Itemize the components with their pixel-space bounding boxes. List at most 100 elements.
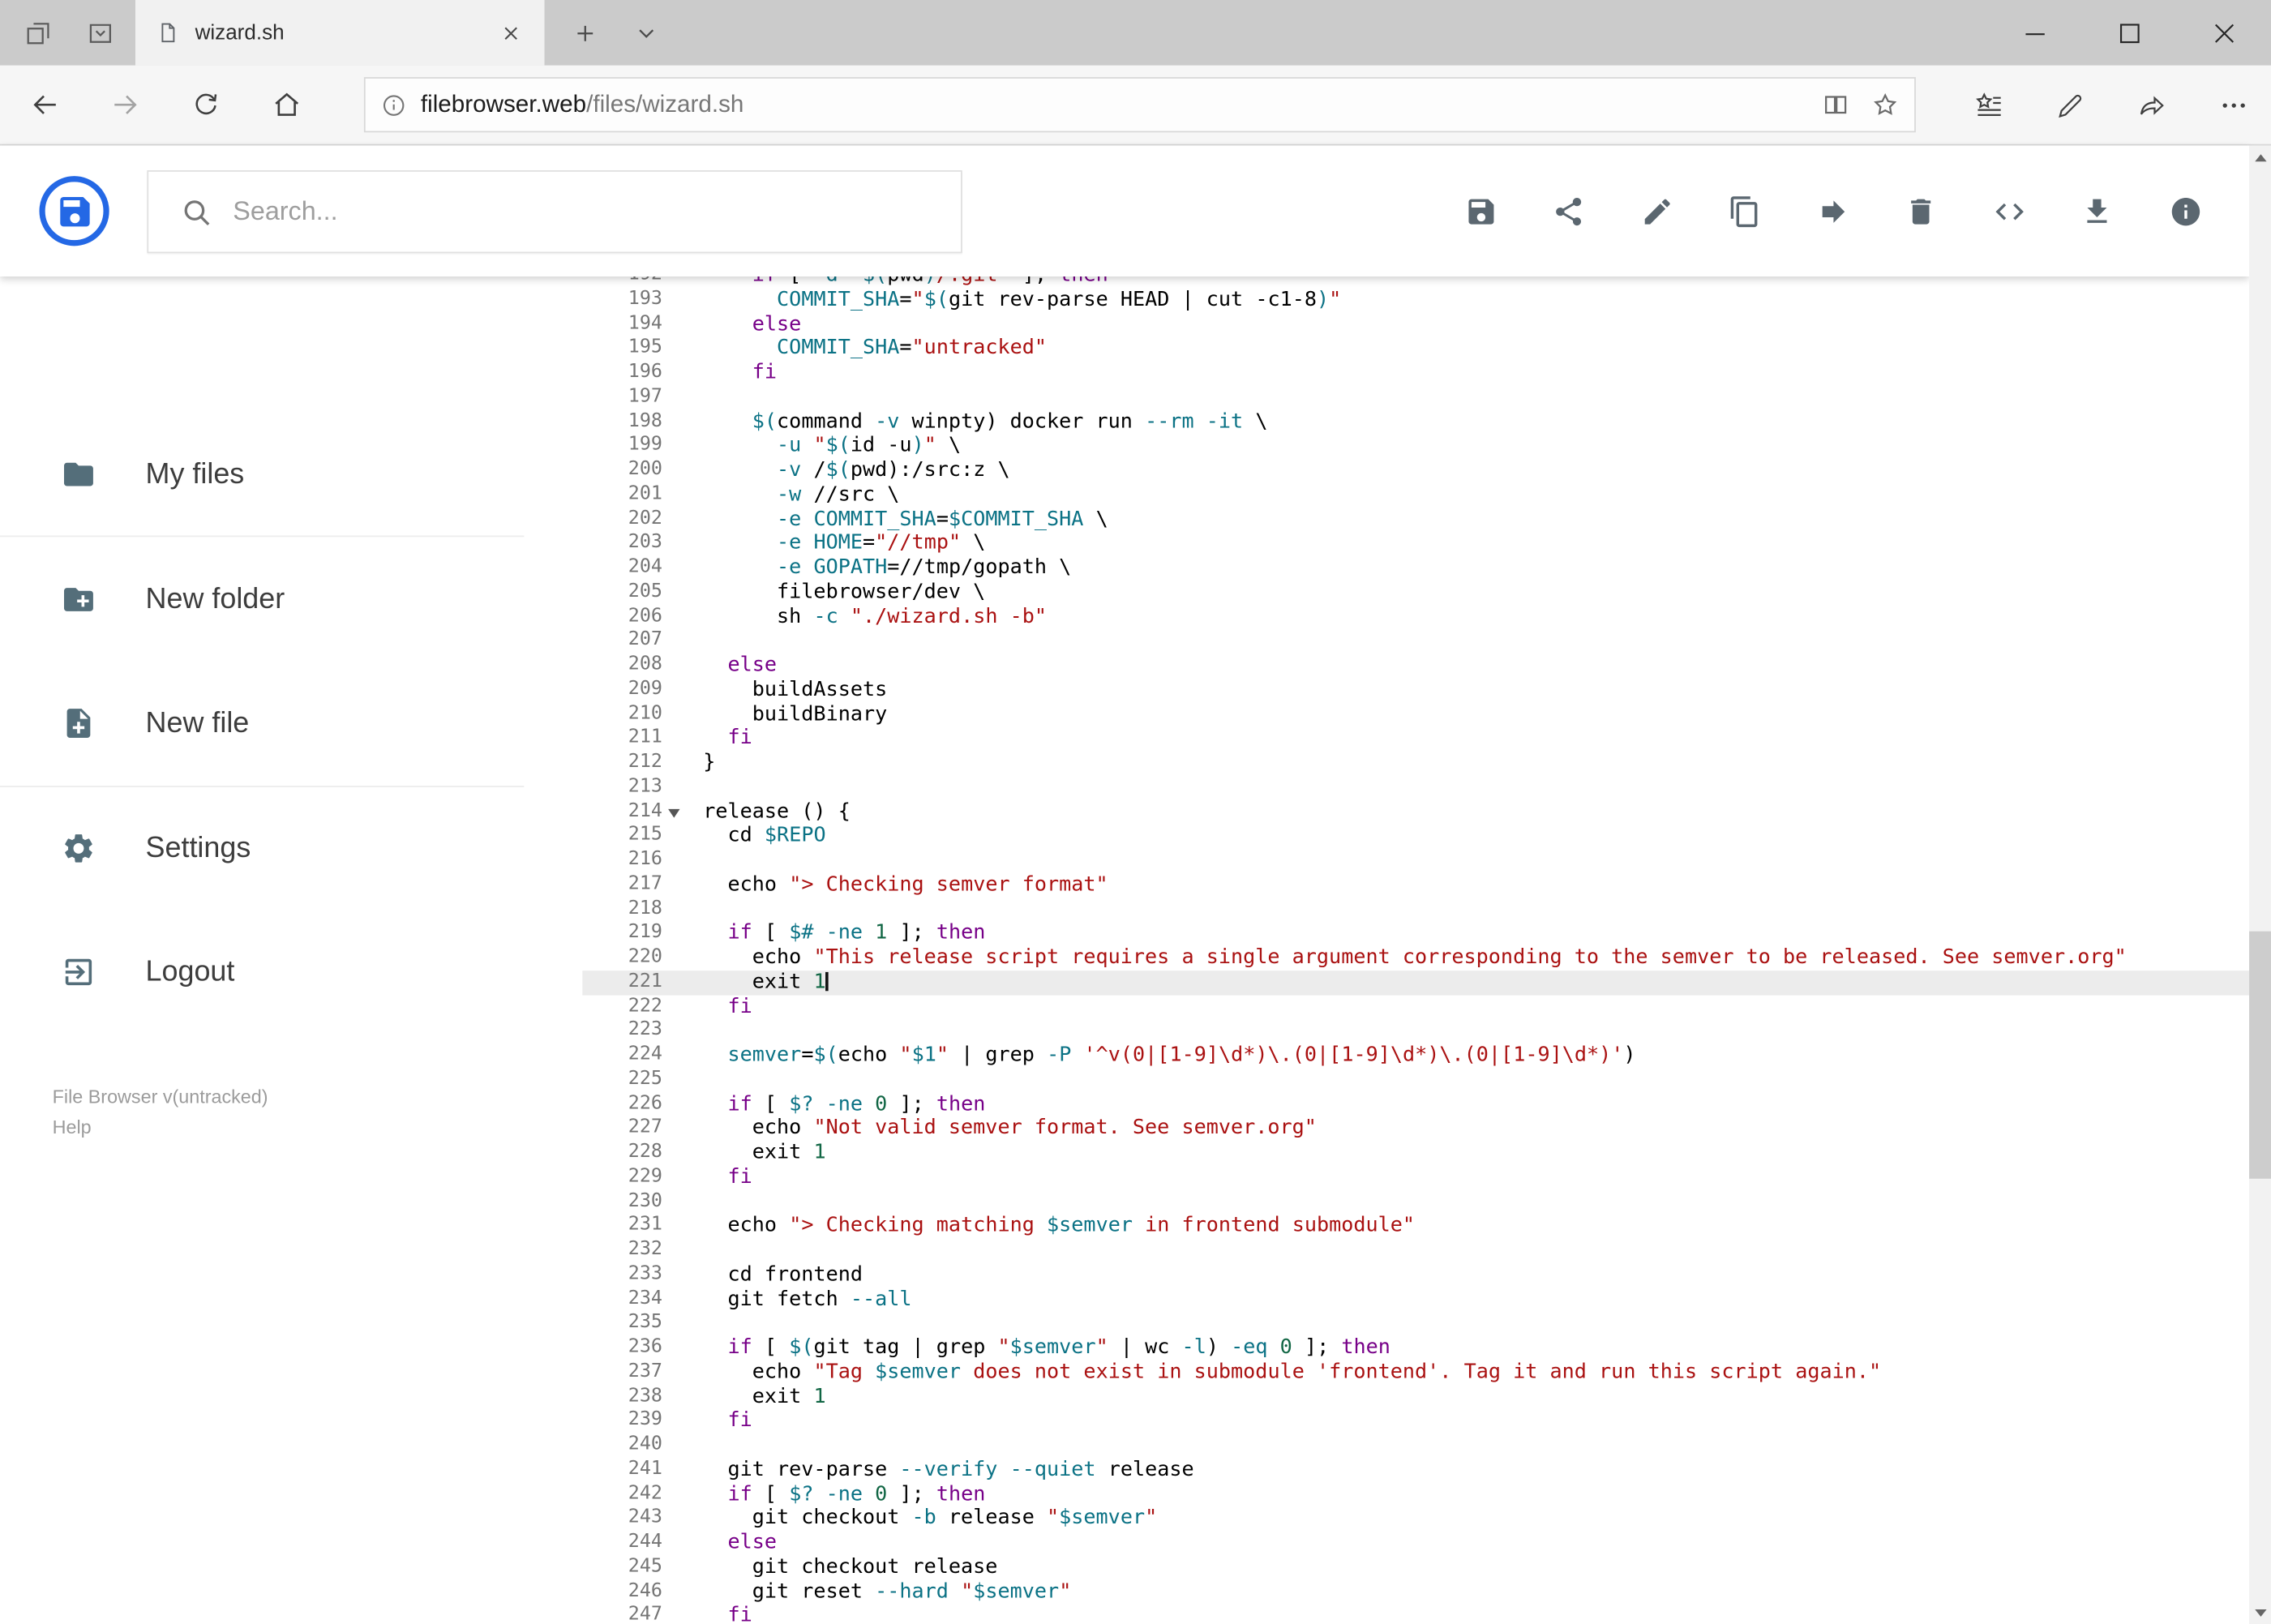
code-line[interactable]: 222 fi <box>582 995 2249 1019</box>
delete-button[interactable] <box>1892 182 1950 240</box>
url-field[interactable]: filebrowser.web/files/wizard.sh <box>363 77 1916 133</box>
code-line[interactable]: 241 git rev-parse --verify --quiet relea… <box>582 1458 2249 1482</box>
code-line[interactable]: 199 -u "$(id -u)" \ <box>582 434 2249 458</box>
code-line[interactable]: 226 if [ $? -ne 0 ]; then <box>582 1092 2249 1116</box>
fold-arrow-icon[interactable] <box>668 808 680 817</box>
code-line[interactable]: 211 fi <box>582 726 2249 751</box>
code-line[interactable]: 242 if [ $? -ne 0 ]; then <box>582 1482 2249 1506</box>
code-line[interactable]: 238 exit 1 <box>582 1385 2249 1409</box>
code-line[interactable]: 210 buildBinary <box>582 702 2249 726</box>
scroll-down-arrow-icon[interactable] <box>2249 1600 2271 1624</box>
scrollbar-thumb[interactable] <box>2249 931 2271 1179</box>
minimize-button[interactable] <box>1987 0 2082 66</box>
view-source-button[interactable] <box>1980 182 2038 240</box>
search-bar[interactable] <box>147 169 962 254</box>
code-line[interactable]: 231 echo "> Checking matching $semver in… <box>582 1214 2249 1238</box>
code-line[interactable]: 197 <box>582 385 2249 409</box>
code-line[interactable]: 225 <box>582 1068 2249 1092</box>
code-line[interactable]: 237 echo "Tag $semver does not exist in … <box>582 1360 2249 1385</box>
page-scrollbar[interactable] <box>2249 145 2271 1624</box>
code-line[interactable]: 216 <box>582 848 2249 872</box>
rename-button[interactable] <box>1627 182 1686 240</box>
code-line[interactable]: 192 if [ -d "$(pwd)/.git" ]; then <box>582 276 2249 288</box>
home-button[interactable] <box>258 75 316 134</box>
sidebar-item-my-files[interactable]: My files <box>0 431 524 518</box>
code-line[interactable]: 201 -w //src \ <box>582 482 2249 507</box>
code-line[interactable]: 217 echo "> Checking semver format" <box>582 872 2249 897</box>
code-line[interactable]: 235 <box>582 1312 2249 1336</box>
code-line[interactable]: 194 else <box>582 312 2249 336</box>
code-line[interactable]: 214 release () { <box>582 799 2249 824</box>
sidebar-item-logout[interactable]: Logout <box>0 928 524 1016</box>
code-line[interactable]: 203 -e HOME="//tmp" \ <box>582 532 2249 556</box>
close-window-button[interactable] <box>2176 0 2271 66</box>
code-line[interactable]: 245 git checkout release <box>582 1555 2249 1579</box>
code-line[interactable]: 209 buildAssets <box>582 678 2249 702</box>
maximize-button[interactable] <box>2082 0 2177 66</box>
move-button[interactable] <box>1804 182 1862 240</box>
sidebar-item-new-folder[interactable]: New folder <box>0 556 524 644</box>
help-link[interactable]: Help <box>53 1112 268 1142</box>
favorite-star-icon[interactable] <box>1870 90 1900 119</box>
tab-list-dropdown[interactable] <box>623 11 668 56</box>
file-info-button[interactable] <box>2156 182 2214 240</box>
share-button[interactable] <box>2123 75 2181 134</box>
code-line[interactable]: 243 git checkout -b release "$semver" <box>582 1506 2249 1531</box>
copy-button[interactable] <box>1716 182 1774 240</box>
code-line[interactable]: 204 -e GOPATH=//tmp/gopath \ <box>582 556 2249 581</box>
code-line[interactable]: 227 echo "Not valid semver format. See s… <box>582 1116 2249 1141</box>
code-line[interactable]: 218 <box>582 897 2249 921</box>
code-line[interactable]: 239 fi <box>582 1409 2249 1433</box>
forward-button[interactable] <box>96 75 155 134</box>
code-line[interactable]: 223 <box>582 1019 2249 1043</box>
code-line[interactable]: 240 <box>582 1433 2249 1458</box>
back-button[interactable] <box>16 75 75 134</box>
code-line[interactable]: 219 if [ $# -ne 1 ]; then <box>582 922 2249 946</box>
code-editor[interactable]: 192 if [ -d "$(pwd)/.git" ]; then193 COM… <box>582 276 2250 1624</box>
set-tabs-aside-button[interactable] <box>15 11 60 56</box>
sidebar-item-settings[interactable]: Settings <box>0 805 524 893</box>
code-line[interactable]: 247 fi <box>582 1604 2249 1624</box>
code-line[interactable]: 246 git reset --hard "$semver" <box>582 1579 2249 1604</box>
code-line[interactable]: 236 if [ $(git tag | grep "$semver" | wc… <box>582 1336 2249 1360</box>
code-line[interactable]: 207 <box>582 629 2249 653</box>
code-line[interactable]: 234 git fetch --all <box>582 1288 2249 1312</box>
scroll-up-arrow-icon[interactable] <box>2249 145 2271 169</box>
code-line[interactable]: 212} <box>582 751 2249 775</box>
code-line[interactable]: 200 -v /$(pwd):/src:z \ <box>582 458 2249 482</box>
save-button[interactable] <box>1451 182 1510 240</box>
code-line[interactable]: 202 -e COMMIT_SHA=$COMMIT_SHA \ <box>582 507 2249 531</box>
sidebar-item-new-file[interactable]: New file <box>0 679 524 767</box>
code-line[interactable]: 232 <box>582 1238 2249 1262</box>
code-line[interactable]: 221 exit 1 <box>582 970 2250 995</box>
code-line[interactable]: 229 fi <box>582 1165 2249 1189</box>
code-line[interactable]: 208 else <box>582 653 2249 678</box>
code-line[interactable]: 244 else <box>582 1531 2249 1555</box>
code-line[interactable]: 215 cd $REPO <box>582 824 2249 848</box>
web-note-button[interactable] <box>2041 75 2099 134</box>
code-line[interactable]: 206 sh -c "./wizard.sh -b" <box>582 605 2249 629</box>
code-line[interactable]: 228 exit 1 <box>582 1141 2249 1165</box>
code-line[interactable]: 195 COMMIT_SHA="untracked" <box>582 336 2249 361</box>
code-line[interactable]: 213 <box>582 775 2249 799</box>
code-line[interactable]: 198 $(command -v winpty) docker run --rm… <box>582 409 2249 434</box>
code-line[interactable]: 205 filebrowser/dev \ <box>582 581 2249 605</box>
refresh-button[interactable] <box>176 75 234 134</box>
code-line[interactable]: 196 fi <box>582 361 2249 385</box>
reading-view-icon[interactable] <box>1821 90 1850 119</box>
code-line[interactable]: 220 echo "This release script requires a… <box>582 946 2249 971</box>
app-logo[interactable] <box>39 176 109 246</box>
browser-menu-button[interactable] <box>2204 75 2262 134</box>
download-button[interactable] <box>2068 182 2127 240</box>
code-line[interactable]: 233 cd frontend <box>582 1262 2249 1287</box>
code-line[interactable]: 224 semver=$(echo "$1" | grep -P '^v(0|[… <box>582 1043 2249 1068</box>
code-line[interactable]: 193 COMMIT_SHA="$(git rev-parse HEAD | c… <box>582 288 2249 312</box>
favorites-hub-button[interactable] <box>1960 75 2018 134</box>
browser-tab[interactable]: wizard.sh <box>135 0 545 66</box>
tab-close-button[interactable] <box>495 17 527 49</box>
search-input[interactable] <box>233 196 859 227</box>
share-file-button[interactable] <box>1540 182 1598 240</box>
tab-preview-button[interactable] <box>77 11 122 56</box>
new-tab-button[interactable] <box>562 11 607 56</box>
code-line[interactable]: 230 <box>582 1189 2249 1214</box>
